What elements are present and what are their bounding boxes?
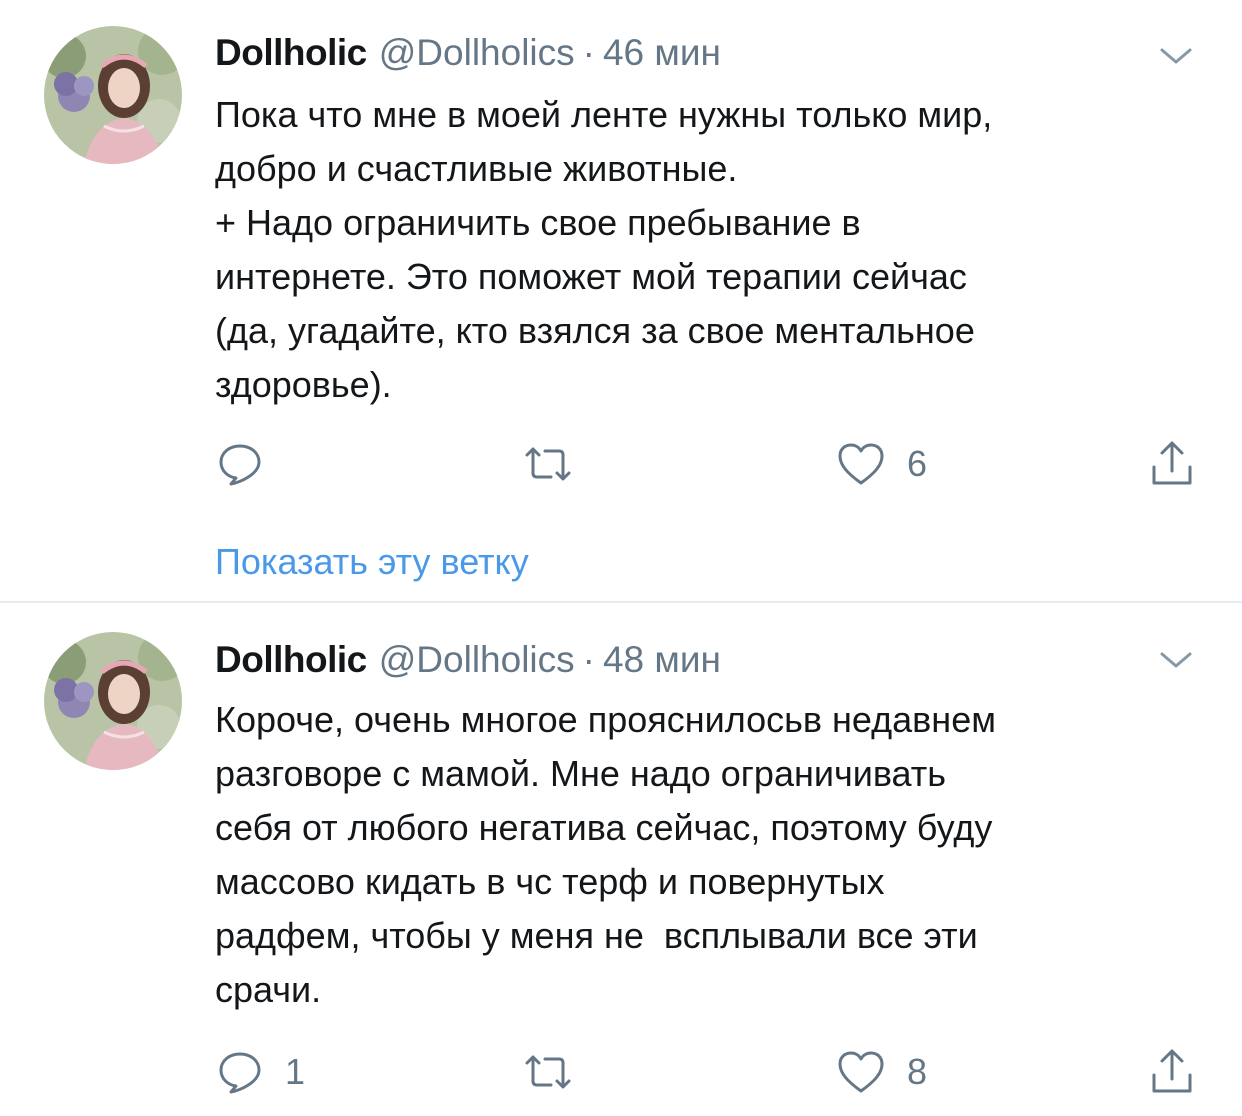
tweet-text-line: Короче, очень многое прояснилосьв недавн… xyxy=(215,699,996,740)
user-handle[interactable]: @Dollholics xyxy=(379,639,575,680)
retweet-button[interactable] xyxy=(523,434,595,494)
tweet-text: Пока что мне в моей ленте нужны только м… xyxy=(215,88,1205,412)
chevron-down-icon[interactable] xyxy=(1158,44,1194,68)
avatar[interactable] xyxy=(44,26,182,164)
show-thread-link[interactable]: Показать эту ветку xyxy=(215,537,529,587)
reply-count: 1 xyxy=(285,1051,306,1092)
tweet-text-line: себя от любого негатива сейчас, поэтому … xyxy=(215,807,993,848)
like-button[interactable]: 6 xyxy=(837,434,927,494)
action-bar: 6 xyxy=(215,434,1215,494)
tweet-text-line: радфем, чтобы у меня не всплывали все эт… xyxy=(215,915,978,956)
retweet-icon xyxy=(523,441,573,487)
tweet-text-line: разговоре с мамой. Мне надо ограничивать xyxy=(215,753,947,794)
timestamp[interactable]: 46 мин xyxy=(603,32,721,73)
tweet-text-line: массово кидать в чс терф и повернутых xyxy=(215,861,885,902)
tweet-header: Dollholic @Dollholics · 46 мин xyxy=(215,28,721,78)
timestamp[interactable]: 48 мин xyxy=(603,639,721,680)
tweet-text-line: срачи. xyxy=(215,969,322,1010)
tweet[interactable]: Dollholic @Dollholics · 46 мин Пока что мне… xyxy=(0,0,1242,603)
action-bar: 1 8 xyxy=(215,1042,1215,1102)
like-button[interactable]: 8 xyxy=(837,1042,927,1102)
avatar[interactable] xyxy=(44,632,182,770)
reply-icon xyxy=(217,441,263,487)
retweet-button[interactable] xyxy=(523,1042,595,1102)
retweet-icon xyxy=(523,1049,573,1095)
heart-icon xyxy=(837,441,885,487)
tweet-text-line: (да, угадайте, кто взялся за свое ментал… xyxy=(215,310,975,351)
reply-icon xyxy=(217,1049,263,1095)
reply-button[interactable]: 1 xyxy=(217,1042,305,1102)
separator-dot: · xyxy=(582,32,595,73)
like-count: 8 xyxy=(907,1051,928,1092)
tweet[interactable]: Dollholic @Dollholics · 48 мин Короче, очен… xyxy=(0,603,1242,1116)
tweet-text-line: добро и счастливые животные. xyxy=(215,148,738,189)
user-handle[interactable]: @Dollholics xyxy=(379,32,575,73)
tweet-text-line: интернете. Это поможет мой терапии сейча… xyxy=(215,256,967,297)
tweet-header: Dollholic @Dollholics · 48 мин xyxy=(215,635,721,685)
share-button[interactable] xyxy=(1149,1042,1195,1102)
display-name[interactable]: Dollholic xyxy=(215,639,367,680)
tweet-text: Короче, очень многое прояснилосьв недавн… xyxy=(215,693,1205,1017)
tweet-text-line: здоровье). xyxy=(215,364,392,405)
tweet-text-line: + Надо ограничить свое пребывание в xyxy=(215,202,861,243)
display-name[interactable]: Dollholic xyxy=(215,32,367,73)
separator-dot: · xyxy=(582,639,595,680)
like-count: 6 xyxy=(907,443,928,484)
share-icon xyxy=(1149,439,1195,489)
share-icon xyxy=(1149,1047,1195,1097)
share-button[interactable] xyxy=(1149,434,1195,494)
tweet-text-line: Пока что мне в моей ленте нужны только м… xyxy=(215,94,993,135)
heart-icon xyxy=(837,1049,885,1095)
chevron-down-icon[interactable] xyxy=(1158,648,1194,672)
reply-button[interactable] xyxy=(217,434,285,494)
